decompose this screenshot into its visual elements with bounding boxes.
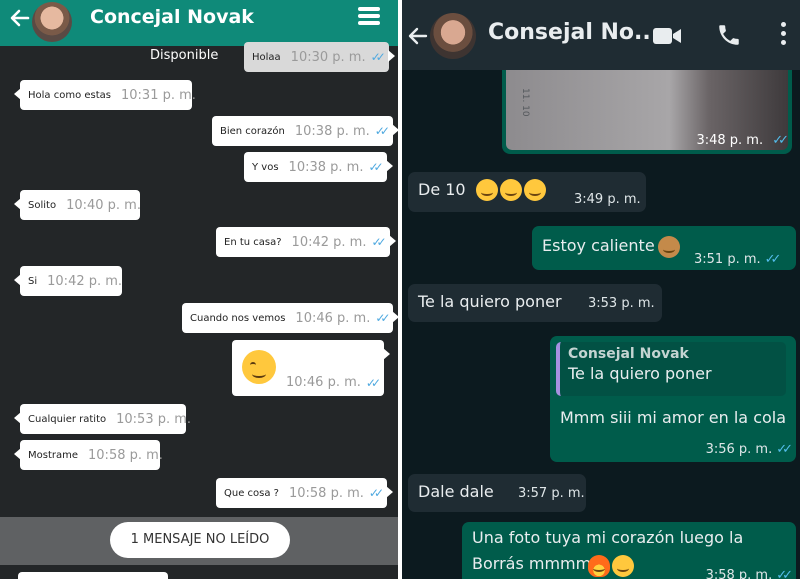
- avatar[interactable]: [32, 2, 72, 42]
- status-text: Disponible: [150, 48, 219, 63]
- grinning-face-icon: [476, 179, 498, 201]
- message-bubble-incoming[interactable]: Mostrame 10:58 p. m.: [14, 440, 163, 470]
- message-time: 3:51 p. m.: [694, 252, 761, 267]
- message-bubble-outgoing[interactable]: Bien corazón 10:38 p. m. ✓✓: [212, 116, 398, 146]
- read-receipt-icon: ✓✓: [776, 442, 793, 457]
- message-bubble-incoming[interactable]: Dale dale 3:57 p. m.: [408, 474, 586, 512]
- message-time: 3:49 p. m.: [574, 192, 641, 207]
- back-arrow-icon[interactable]: [406, 24, 430, 48]
- message-time: 10:58 p. m.: [88, 447, 163, 463]
- message-time: 3:56 p. m.: [705, 442, 773, 457]
- message-time: 3:58 p. m.: [705, 568, 773, 579]
- message-text: Y vos: [252, 161, 279, 173]
- message-text: Hola como estas: [28, 89, 111, 101]
- message-text-line2: Borrás mmmm: [472, 554, 592, 573]
- message-time: 3:53 p. m.: [588, 296, 655, 311]
- avatar[interactable]: [430, 13, 476, 59]
- message-bubble-incoming[interactable]: Cualquier ratito 10:53 p. m.: [14, 404, 191, 434]
- message-bubble-outgoing[interactable]: En tu casa? 10:42 p. m. ✓✓: [216, 227, 396, 257]
- message-text: Que cosa ?: [224, 487, 279, 499]
- voice-call-icon[interactable]: [716, 22, 742, 48]
- message-time: 3:48 p. m.: [696, 133, 764, 148]
- message-time: 10:46 p. m.: [295, 310, 371, 326]
- message-bubble-outgoing-reply[interactable]: Consejal Novak Te la quiero poner Mmm si…: [550, 336, 796, 462]
- drooling-face-icon: [612, 555, 634, 577]
- contact-name[interactable]: Consejal No...: [488, 20, 659, 45]
- message-time: 10:40 p. m.: [66, 197, 141, 213]
- message-text: Si: [28, 275, 38, 287]
- message-text: Bien corazón: [220, 125, 285, 137]
- message-bubble-outgoing[interactable]: Estoy caliente 3:51 p. m. ✓✓: [532, 226, 796, 270]
- message-text: Cualquier ratito: [28, 413, 107, 425]
- chat-header: Consejal No...: [402, 0, 800, 70]
- winking-face-icon: [242, 350, 276, 384]
- read-receipt-icon: ✓✓: [368, 160, 383, 174]
- message-text: Te la quiero poner: [418, 292, 562, 311]
- message-bubble-outgoing[interactable]: Holaa 10:30 p. m. ✓✓: [244, 42, 395, 72]
- quoted-author: Consejal Novak: [568, 346, 689, 362]
- read-receipt-icon: ✓✓: [764, 252, 782, 267]
- message-time: 10:31 p. m.: [121, 87, 196, 103]
- emoji-group: [474, 179, 546, 201]
- message-text: Solito: [28, 199, 57, 211]
- message-time: 10:38 p. m.: [294, 123, 370, 139]
- message-bubble-incoming[interactable]: Si 10:42 p. m.: [14, 266, 123, 296]
- message-text: Dale dale: [418, 482, 494, 501]
- read-receipt-icon: ✓✓: [371, 235, 386, 249]
- message-text: Holaa: [252, 51, 281, 63]
- photo-text: 11. 10: [520, 88, 530, 117]
- message-bubble-outgoing[interactable]: Que cosa ? 10:58 p. m. ✓✓: [216, 478, 394, 508]
- left-chat-screen: Concejal Novak Disponible Holaa 10:30 p.…: [0, 0, 398, 579]
- message-bubble-outgoing[interactable]: Y vos 10:38 p. m. ✓✓: [244, 152, 393, 182]
- read-receipt-icon: ✓✓: [374, 124, 390, 138]
- message-bubble-outgoing[interactable]: Una foto tuya mi corazón luego la Borrás…: [462, 522, 796, 579]
- back-arrow-icon[interactable]: [8, 6, 32, 30]
- right-chat-screen: Consejal No... 11. 10 3:48 p. m. ✓✓ De 1…: [402, 0, 800, 579]
- photo-message[interactable]: 11. 10 3:48 p. m. ✓✓: [502, 70, 792, 154]
- hamburger-menu-icon[interactable]: [358, 4, 380, 30]
- read-receipt-icon: ✓✓: [365, 376, 381, 390]
- read-receipt-icon: ✓✓: [776, 568, 793, 579]
- message-bubble-incoming[interactable]: Solito 10:40 p. m.: [14, 190, 141, 220]
- see-no-evil-monkey-icon: [658, 236, 680, 258]
- contact-name[interactable]: Concejal Novak: [90, 6, 254, 28]
- quoted-text: Te la quiero poner: [568, 364, 712, 383]
- message-text-line1: Una foto tuya mi corazón luego la: [472, 528, 744, 547]
- message-text: Estoy caliente: [542, 236, 655, 255]
- message-time: 10:42 p. m.: [291, 234, 367, 250]
- message-text: Cuando nos vemos: [190, 312, 286, 324]
- message-bubble-incoming[interactable]: Hola como estas 10:31 p. m.: [14, 80, 196, 110]
- message-bubble-incoming-partial[interactable]: [18, 572, 168, 579]
- message-text: En tu casa?: [224, 236, 282, 248]
- message-time: 10:58 p. m.: [288, 485, 364, 501]
- grinning-face-icon: [524, 179, 546, 201]
- unread-messages-badge[interactable]: 1 MENSAJE NO LEÍDO: [110, 522, 290, 558]
- quoted-message[interactable]: Consejal Novak Te la quiero poner: [556, 342, 786, 396]
- message-bubble-incoming[interactable]: Te la quiero poner 3:53 p. m.: [408, 284, 662, 322]
- message-text: Mmm siii mi amor en la cola: [560, 408, 787, 427]
- read-receipt-icon: ✓✓: [772, 133, 789, 148]
- read-receipt-icon: ✓✓: [370, 50, 386, 64]
- chat-header: Concejal Novak: [0, 0, 398, 46]
- message-bubble-outgoing-emoji[interactable]: 10:46 p. m. ✓✓: [232, 340, 390, 396]
- message-text: De 10: [418, 180, 466, 199]
- fire-icon: [588, 555, 610, 577]
- message-time: 10:42 p. m.: [47, 273, 123, 289]
- message-time: 3:57 p. m.: [518, 486, 585, 501]
- message-time: 10:38 p. m.: [288, 159, 364, 175]
- message-time: 10:30 p. m.: [290, 49, 366, 65]
- message-text: Mostrame: [28, 449, 79, 461]
- message-time: 10:53 p. m.: [116, 411, 192, 427]
- more-options-icon[interactable]: [780, 22, 788, 48]
- message-bubble-incoming[interactable]: De 10 3:49 p. m.: [408, 172, 646, 212]
- message-time: 10:46 p. m.: [285, 375, 361, 390]
- read-receipt-icon: ✓✓: [375, 311, 390, 325]
- read-receipt-icon: ✓✓: [368, 486, 384, 500]
- grinning-face-icon: [500, 179, 522, 201]
- message-bubble-outgoing[interactable]: Cuando nos vemos 10:46 p. m. ✓✓: [182, 303, 398, 333]
- video-call-icon[interactable]: [652, 25, 682, 47]
